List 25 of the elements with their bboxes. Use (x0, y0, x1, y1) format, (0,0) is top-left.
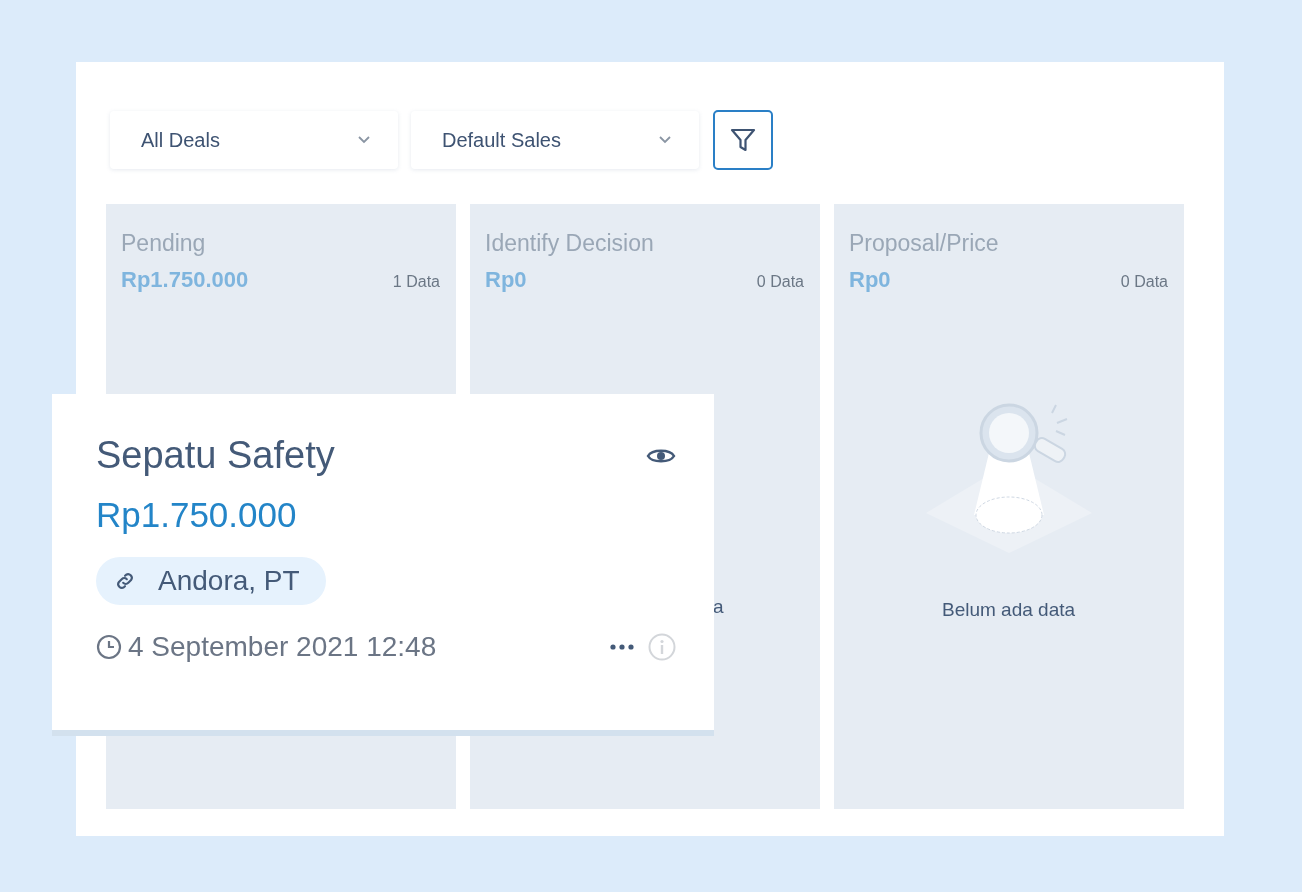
more-icon[interactable] (610, 644, 634, 650)
chevron-down-icon (659, 136, 671, 144)
chevron-down-icon (358, 136, 370, 144)
deal-amount: Rp1.750.000 (96, 495, 298, 535)
column-title: Identify Decision (485, 230, 655, 257)
column-amount: Rp1.750.000 (121, 267, 249, 293)
column-count: 0 Data (1120, 273, 1168, 291)
filter-dropdown[interactable]: Default Sales (411, 111, 699, 169)
empty-message: Belum ada data (941, 599, 1076, 621)
column-amount: Rp0 (849, 267, 891, 293)
column-count: 1 Data (392, 273, 440, 291)
column-title: Proposal/Price (849, 230, 1000, 257)
deal-title: Sepatu Safety (96, 434, 335, 477)
deal-date: 4 September 2021 12:48 (128, 631, 437, 663)
column-count: 0 Data (756, 273, 804, 291)
clock-icon (96, 634, 122, 660)
filter-dropdown[interactable]: All Deals (110, 111, 398, 169)
link-icon (114, 570, 136, 592)
company-name: Andora, PT (158, 565, 300, 597)
company-tag[interactable]: Andora, PT (96, 557, 326, 605)
filter-button[interactable] (713, 110, 773, 170)
filter-icon (729, 126, 757, 154)
column-amount: Rp0 (485, 267, 527, 293)
empty-message: a (713, 596, 724, 618)
column-title: Pending (121, 230, 207, 257)
